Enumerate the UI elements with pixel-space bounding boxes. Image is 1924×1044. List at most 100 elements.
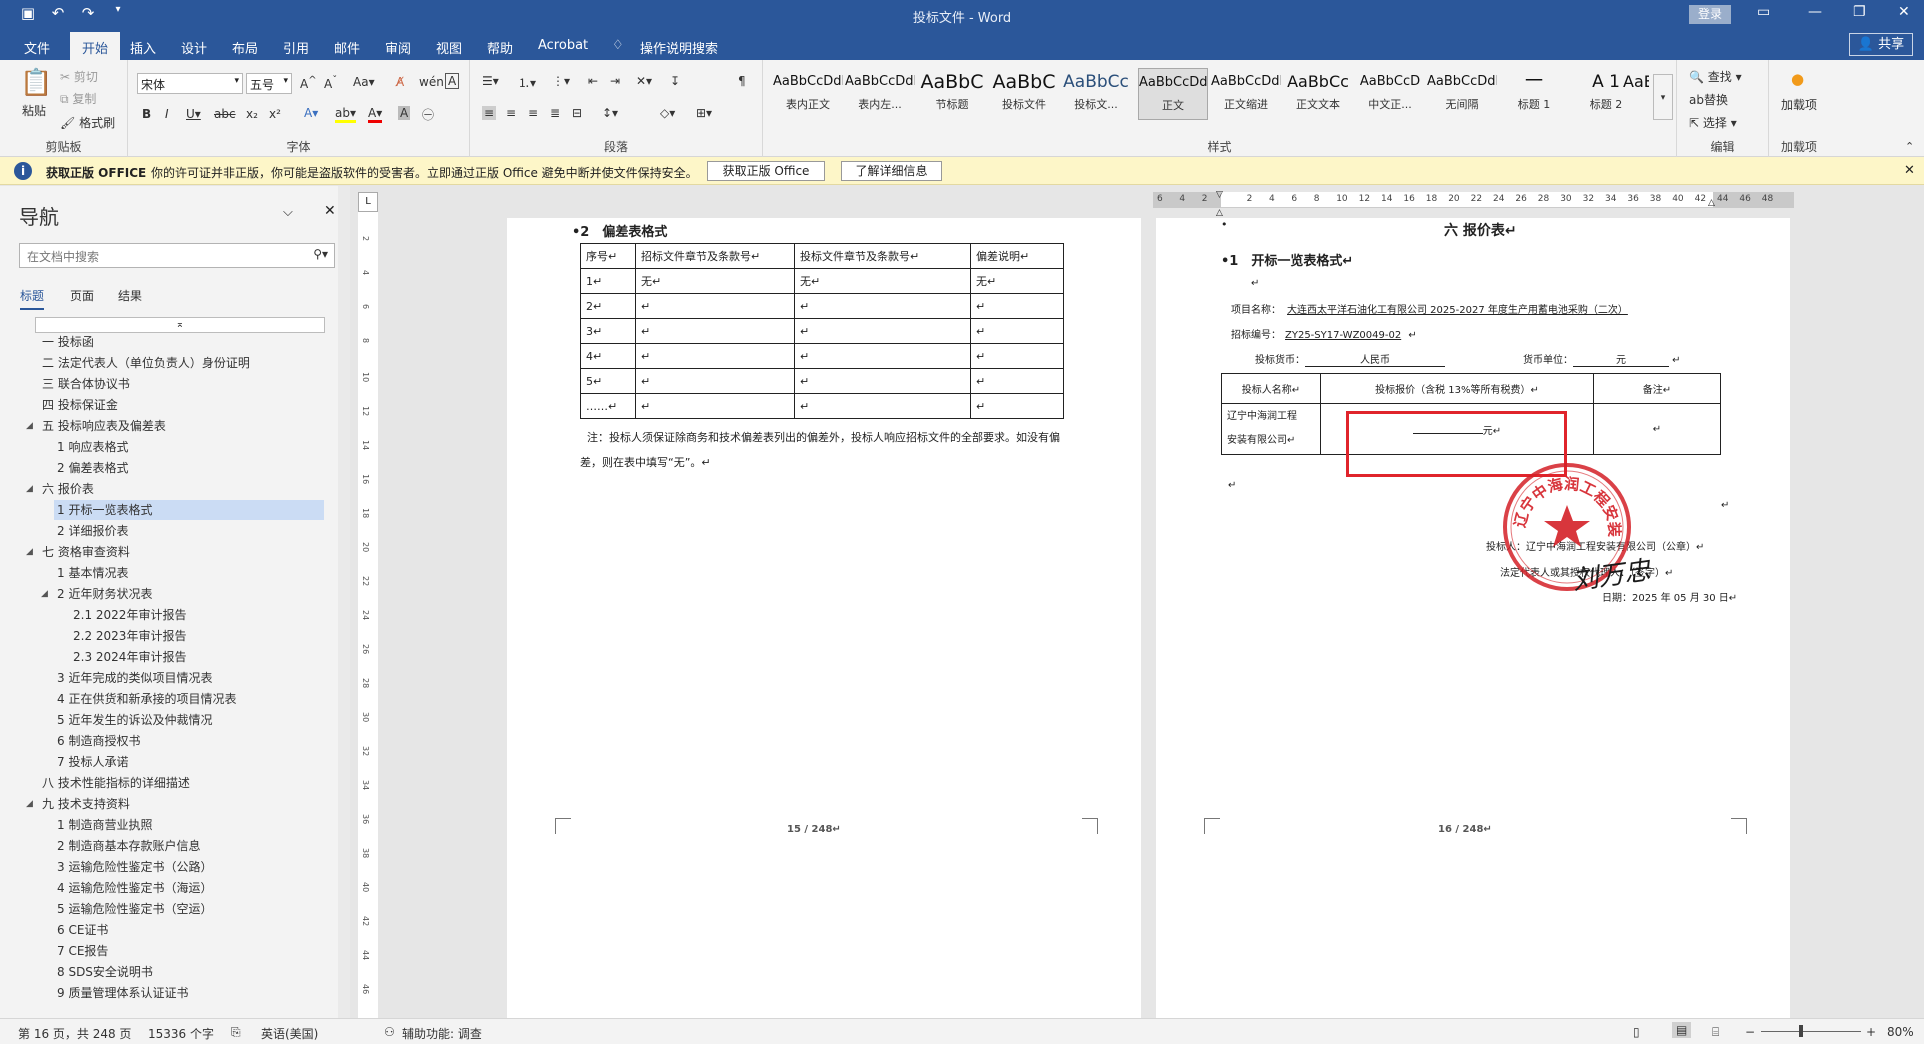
show-marks-icon[interactable]: ¶ [738, 74, 746, 88]
nav-heading-item[interactable]: 九 技术支持资料 [42, 794, 130, 814]
nav-heading-item[interactable]: 7 投标人承诺 [57, 752, 128, 772]
search-icon[interactable]: ⚲▾ [313, 247, 328, 261]
read-mode-icon[interactable]: ▯ [1633, 1025, 1640, 1039]
nav-heading-item[interactable]: 三 联合体协议书 [42, 374, 130, 394]
tab-view[interactable]: 视图 [436, 38, 462, 57]
char-shading-icon[interactable]: A [398, 106, 411, 120]
share-button[interactable]: 👤 共享 [1849, 33, 1913, 56]
tab-references[interactable]: 引用 [283, 38, 309, 57]
tab-review[interactable]: 审阅 [385, 38, 411, 57]
collapse-ribbon-icon[interactable]: ⌃ [1905, 140, 1914, 153]
style-biaonei-zuo[interactable]: AaBbCcDdEe表内左... [845, 68, 915, 120]
restore-icon[interactable]: ❐ [1853, 4, 1866, 20]
collapse-arrow-icon[interactable]: ◢ [26, 479, 33, 499]
nav-heading-item[interactable]: 七 资格审查资料 [42, 542, 130, 562]
enclose-char-icon[interactable]: ㊀ [422, 106, 434, 123]
nav-tab-results[interactable]: 结果 [118, 287, 142, 304]
nav-heading-item[interactable]: 3 运输危险性鉴定书（公路） [57, 857, 212, 877]
style-zhengwen-wenben[interactable]: AaBbCc 正文文本 [1283, 68, 1353, 120]
highlight-icon[interactable]: ab▾ [335, 106, 356, 123]
style-zhongwen-zheng[interactable]: AaBbCcD 中文正... [1355, 68, 1425, 120]
font-color-icon[interactable]: A▾ [368, 106, 383, 123]
shrink-font-icon[interactable]: Aˇ [324, 75, 337, 91]
nav-heading-item[interactable]: 8 SDS安全说明书 [57, 962, 153, 982]
tab-mailings[interactable]: 邮件 [334, 38, 360, 57]
tab-selector[interactable]: L [358, 192, 378, 212]
collapse-arrow-icon[interactable]: ◢ [26, 794, 33, 814]
align-left-icon[interactable]: ≡ [482, 106, 497, 120]
login-button[interactable]: 登录 [1689, 5, 1731, 24]
zoom-slider[interactable] [1761, 1031, 1861, 1032]
bullets-icon[interactable]: ☰▾ [482, 74, 499, 88]
paste-button[interactable]: 粘贴 [22, 102, 46, 119]
subscript-icon[interactable]: x₂ [246, 107, 258, 121]
nav-heading-item[interactable]: 6 CE证书 [57, 920, 108, 940]
zoom-in-icon[interactable]: + [1866, 1025, 1876, 1039]
font-name-combo[interactable]: 宋体 ▾ [137, 73, 243, 94]
borders-icon[interactable]: ⊞▾ [696, 106, 712, 120]
style-wujiange[interactable]: AaBbCcDdI 无间隔 [1427, 68, 1497, 120]
print-layout-icon[interactable]: ▤ [1672, 1022, 1692, 1038]
collapse-arrow-icon[interactable]: ◢ [41, 584, 48, 604]
nav-heading-item[interactable]: 一 投标函 [42, 332, 94, 352]
page-16[interactable]: • 六 报价表↵ •1 开标一览表格式↵ ↵ 项目名称： 大连西太平洋石油化工有限… [1156, 218, 1790, 1018]
close-infobar-icon[interactable]: ✕ [1904, 163, 1915, 178]
nav-heading-item[interactable]: 7 CE报告 [57, 941, 108, 961]
tab-layout[interactable]: 布局 [232, 38, 258, 57]
tab-home[interactable]: 开始 [70, 32, 121, 60]
replace-button[interactable]: ab替换 [1689, 91, 1728, 108]
tab-file[interactable]: 文件 [24, 38, 50, 57]
grow-font-icon[interactable]: A^ [300, 75, 317, 91]
page-count[interactable]: 第 16 页，共 248 页 [18, 1025, 131, 1042]
italic-icon[interactable]: I [165, 107, 169, 121]
collapse-arrow-icon[interactable]: ◢ [26, 416, 33, 436]
nav-heading-item[interactable]: 3 近年完成的类似项目情况表 [57, 668, 212, 688]
clear-format-icon[interactable]: A̸ [396, 75, 404, 89]
nav-heading-item[interactable]: 4 运输危险性鉴定书（海运） [57, 878, 212, 898]
page-15[interactable]: •2 偏差表格式 序号↵ 招标文件章节及条款号↵ 投标文件章节及条款号↵ 偏差说… [507, 218, 1141, 1018]
style-zhengwen-suojin[interactable]: AaBbCcDdI 正文缩进 [1211, 68, 1281, 120]
nav-options-icon[interactable]: ⌵ [283, 205, 293, 220]
char-border-icon[interactable]: A [445, 73, 460, 89]
web-layout-icon[interactable]: ⌸ [1712, 1025, 1719, 1040]
nav-heading-item[interactable]: 2 偏差表格式 [57, 458, 128, 478]
nav-heading-item[interactable]: 1 开标一览表格式 [54, 500, 324, 520]
style-more[interactable]: AaE [1623, 68, 1649, 120]
underline-icon[interactable]: U▾ [186, 107, 201, 121]
nav-heading-item[interactable]: 1 制造商营业执照 [57, 815, 152, 835]
copy-button[interactable]: ⧉ 复制 [60, 90, 96, 107]
first-line-indent-marker[interactable]: ▽ [1216, 190, 1223, 200]
change-case-icon[interactable]: Aa▾ [353, 75, 375, 89]
nav-heading-item[interactable]: 2.1 2022年审计报告 [73, 605, 186, 625]
styles-gallery-scroll[interactable]: ▾ [1653, 74, 1673, 120]
nav-heading-item[interactable]: 四 投标保证金 [42, 395, 118, 415]
language[interactable]: 英语(美国) [261, 1025, 318, 1042]
nav-scrollbar[interactable] [338, 186, 350, 1018]
nav-heading-item[interactable]: 八 技术性能指标的详细描述 [42, 773, 190, 793]
format-painter-button[interactable]: 🖌 格式刷 [60, 114, 115, 131]
style-heading1[interactable]: 一标题 1 [1499, 68, 1569, 120]
strikethrough-icon[interactable]: abc [214, 107, 236, 121]
increase-indent-icon[interactable]: ⇥ [610, 74, 620, 88]
tab-help[interactable]: 帮助 [487, 38, 513, 57]
align-center-icon[interactable]: ≡ [506, 106, 516, 120]
learn-more-button[interactable]: 了解详细信息 [841, 161, 942, 181]
get-genuine-button[interactable]: 获取正版 Office [707, 161, 825, 181]
zoom-level[interactable]: 80% [1887, 1025, 1914, 1039]
tab-acrobat[interactable]: Acrobat [538, 38, 588, 53]
ribbon-display-icon[interactable]: ▭ [1757, 4, 1770, 20]
decrease-indent-icon[interactable]: ⇤ [588, 74, 598, 88]
shading-icon[interactable]: ◇▾ [660, 106, 675, 120]
zoom-slider-thumb[interactable] [1799, 1025, 1803, 1037]
superscript-icon[interactable]: x² [269, 107, 281, 121]
bold-icon[interactable]: B [142, 107, 151, 121]
nav-heading-item[interactable]: 五 投标响应表及偏差表 [42, 416, 166, 436]
chinese-layout-icon[interactable]: ✕▾ [636, 74, 652, 88]
tell-me-search[interactable]: 操作说明搜索 [640, 38, 718, 57]
nav-heading-item[interactable]: 2.2 2023年审计报告 [73, 626, 186, 646]
hanging-indent-marker[interactable]: △ [1216, 208, 1223, 218]
style-zhengwen[interactable]: AaBbCcDdI 正文 [1138, 68, 1208, 120]
multilevel-list-icon[interactable]: ⋮▾ [552, 74, 570, 88]
nav-heading-item[interactable]: 1 基本情况表 [57, 563, 128, 583]
justify-icon[interactable]: ≣ [550, 106, 560, 120]
